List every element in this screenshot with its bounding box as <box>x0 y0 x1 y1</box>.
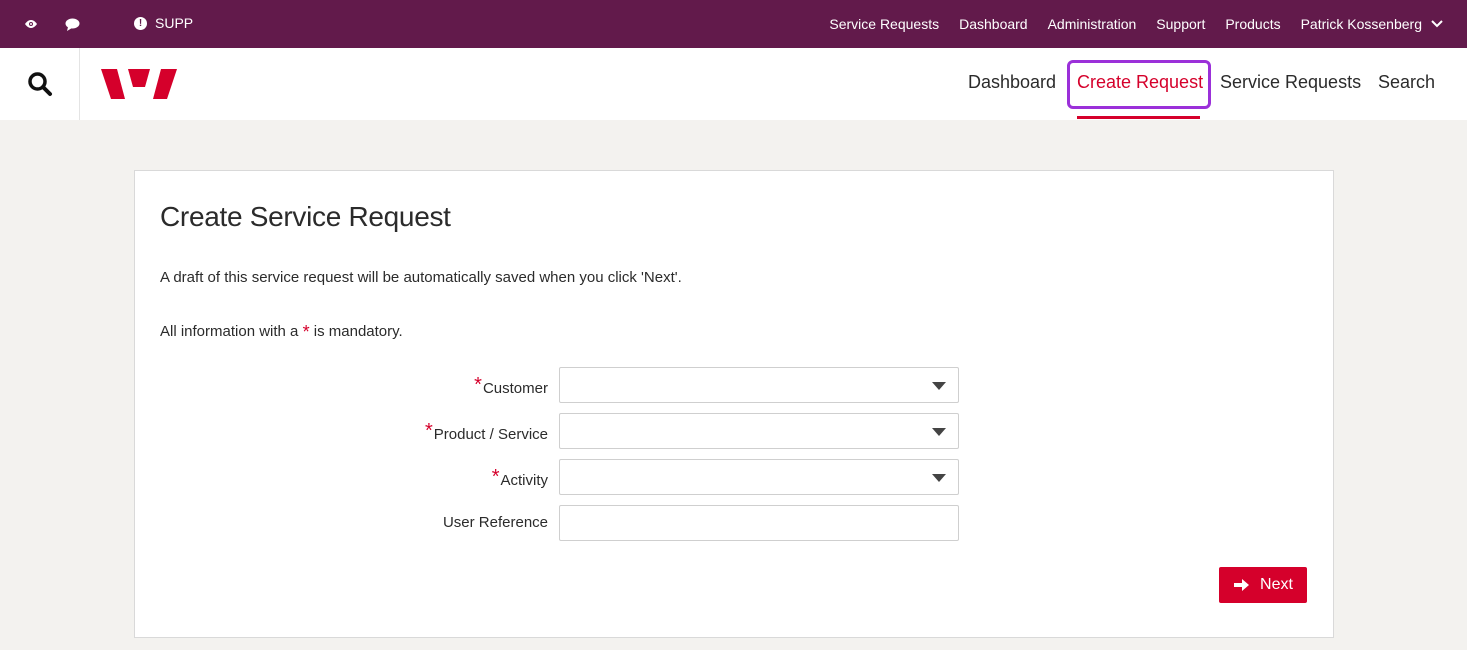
activity-label-text: Activity <box>500 472 548 489</box>
create-request-card: Create Service Request A draft of this s… <box>134 170 1334 638</box>
next-label: Next <box>1260 576 1293 593</box>
user-reference-row: User Reference <box>135 505 1335 541</box>
customer-select[interactable] <box>559 367 959 403</box>
required-star: * <box>491 466 500 488</box>
dropdown-arrow-icon <box>932 474 946 482</box>
user-menu[interactable]: Patrick Kossenberg <box>1301 16 1443 32</box>
mandatory-suffix: is mandatory. <box>313 323 403 340</box>
customer-label-text: Customer <box>482 380 548 397</box>
chevron-down-icon <box>1431 20 1443 28</box>
top-nav-products[interactable]: Products <box>1225 16 1280 32</box>
product-service-select[interactable] <box>559 413 959 449</box>
main-header: Dashboard Create Request Service Request… <box>0 48 1467 120</box>
nav-search[interactable]: Search <box>1378 72 1435 93</box>
nav-dashboard[interactable]: Dashboard <box>968 72 1056 93</box>
westpac-logo[interactable] <box>100 68 178 105</box>
next-button[interactable]: Next <box>1219 567 1307 603</box>
required-marker: * <box>302 322 310 342</box>
dropdown-arrow-icon <box>932 428 946 436</box>
product-service-label: *Product / Service <box>424 420 548 445</box>
required-star: * <box>474 374 482 396</box>
search-button[interactable] <box>0 48 80 120</box>
top-bar: ! SUPP Service Requests Dashboard Admini… <box>0 0 1467 48</box>
page-title: Create Service Request <box>160 201 451 232</box>
search-icon <box>27 72 52 96</box>
activity-row: *Activity <box>135 459 1335 495</box>
top-nav-dashboard[interactable]: Dashboard <box>959 16 1028 32</box>
top-nav: Service Requests Dashboard Administratio… <box>829 0 1443 48</box>
required-star: * <box>424 420 433 442</box>
top-nav-administration[interactable]: Administration <box>1048 16 1137 32</box>
activity-label: *Activity <box>491 466 548 491</box>
nav-create-request[interactable]: Create Request <box>1077 72 1203 93</box>
chat-icon[interactable] <box>63 16 81 32</box>
environment-indicator: ! SUPP <box>134 15 193 31</box>
customer-label: *Customer <box>474 374 548 399</box>
dropdown-arrow-icon <box>932 382 946 390</box>
top-nav-support[interactable]: Support <box>1156 16 1205 32</box>
user-name: Patrick Kossenberg <box>1300 16 1422 32</box>
activity-select[interactable] <box>559 459 959 495</box>
product-service-row: *Product / Service <box>135 413 1335 449</box>
alert-icon: ! <box>134 16 147 30</box>
draft-note: A draft of this service request will be … <box>160 269 682 286</box>
user-reference-input[interactable] <box>560 506 958 540</box>
arrow-right-icon <box>1234 579 1250 591</box>
eye-icon[interactable] <box>22 16 40 32</box>
mandatory-note: All information with a * is mandatory. <box>160 322 403 343</box>
top-nav-service-requests[interactable]: Service Requests <box>829 16 939 32</box>
customer-row: *Customer <box>135 367 1335 403</box>
user-reference-label: User Reference <box>442 514 548 531</box>
mandatory-prefix: All information with a <box>160 323 299 340</box>
nav-service-requests[interactable]: Service Requests <box>1220 72 1361 93</box>
environment-label: SUPP <box>155 15 194 31</box>
product-service-label-text: Product / Service <box>433 426 548 443</box>
user-reference-field[interactable] <box>559 505 959 541</box>
active-nav-underline <box>1077 116 1200 119</box>
